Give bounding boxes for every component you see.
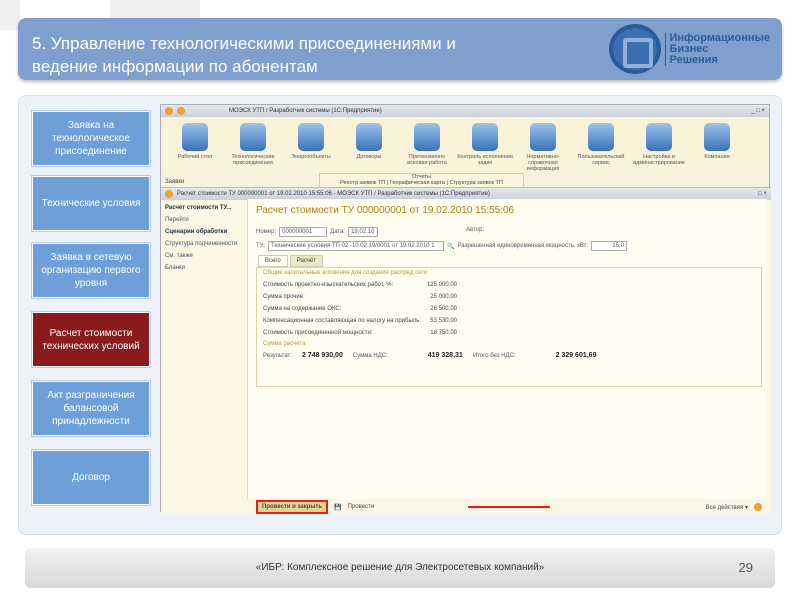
- report-link[interactable]: Георафическая карта: [390, 180, 445, 186]
- tools-icon: [588, 123, 614, 151]
- power-field[interactable]: 15,0: [591, 241, 628, 251]
- nav-cost-calc[interactable]: Расчет стоимости технических условий: [32, 312, 150, 367]
- books-icon: [530, 123, 556, 151]
- globe-icon: [240, 123, 266, 151]
- item-value: 25 000,00: [430, 294, 457, 300]
- totals-panel: Общие капитальные вложения для создания …: [256, 267, 762, 387]
- logo-line: Бизнес: [669, 42, 709, 55]
- doc-sidebar: Расчет стоимости ТУ... Перейти Сценарии …: [161, 199, 243, 514]
- tool-contracts[interactable]: Договоры: [341, 121, 397, 169]
- item-label: Сумма на содержание ОКС:: [263, 306, 342, 312]
- side-link[interactable]: Структура подчиненности: [165, 241, 239, 247]
- search-icon[interactable]: 🔍: [447, 243, 454, 250]
- window-controls-icon[interactable]: _ □ ×: [751, 108, 769, 114]
- tool-energy-objects[interactable]: Энергообъекты: [283, 121, 339, 169]
- power-label: Разрешенная единовременная мощность, кВт…: [457, 243, 589, 249]
- tool-user-service[interactable]: Пользовательский сервис: [573, 121, 629, 169]
- tool-company[interactable]: Компания: [689, 121, 745, 169]
- app-window: МОЭСК УТП / Разработчик системы (1С:Пред…: [160, 104, 771, 514]
- slide-title: 5. Управление технологическими присоедин…: [32, 34, 456, 76]
- menu-icon[interactable]: [165, 107, 173, 115]
- novat-label: Итого без НДС:: [472, 352, 516, 359]
- all-actions-menu[interactable]: Все действия ▾: [706, 504, 748, 511]
- slide-footer: «ИБР: Комплексное решение для Электросет…: [25, 548, 775, 588]
- doc-form: Расчет стоимости ТУ 000000001 от 19.02.2…: [247, 199, 767, 514]
- window-controls-icon[interactable]: □ ×: [758, 191, 771, 197]
- side-see-also: См. также: [165, 253, 193, 259]
- number-field[interactable]: 000000001: [279, 227, 328, 237]
- tool-reference[interactable]: Нормативно-справочная информация: [515, 121, 571, 172]
- tu-field[interactable]: Технические условия ТП 02 -10.02.19/0001…: [268, 241, 445, 251]
- document-icon: [356, 123, 382, 151]
- nav-grid-request[interactable]: Заявка в сетевую организацию первого уро…: [32, 243, 150, 298]
- logo-icon: [608, 24, 661, 74]
- item-label: Стоимость проектно-изыскательских работ,…: [263, 282, 394, 288]
- tool-claims[interactable]: Претензионно исковая работа: [399, 121, 455, 169]
- slide-header: 5. Управление технологическими присоедин…: [18, 18, 782, 80]
- post-button[interactable]: Провести: [348, 504, 375, 510]
- tool-tech-connections[interactable]: Технологические присоединения: [225, 121, 281, 169]
- item-label: Сумма прочие:: [263, 294, 305, 300]
- item-value: 26 500,00: [430, 306, 457, 312]
- section-label: Заявки: [165, 179, 185, 185]
- window-title: МОЭСК УТП / Разработчик системы (1С:Пред…: [229, 108, 382, 114]
- tool-settings[interactable]: Настройка и администрирование: [631, 121, 687, 169]
- number-label: Номер:: [256, 229, 277, 235]
- side-goto: Перейти: [165, 217, 189, 223]
- tab-calc[interactable]: Расчёт: [289, 255, 324, 267]
- report-link[interactable]: Структура заявок ТП: [450, 180, 503, 186]
- date-label: Дата:: [330, 229, 346, 235]
- item-value: 18 750,00: [430, 330, 457, 336]
- window-titlebar: МОЭСК УТП / Разработчик системы (1С:Пред…: [161, 105, 769, 117]
- highlight-line: [468, 506, 550, 508]
- desktop-icon: [182, 123, 208, 151]
- tu-label: ТУ:: [256, 243, 266, 249]
- side-link[interactable]: Бланки: [165, 265, 239, 271]
- wrench-icon: [646, 123, 672, 151]
- logo-line: Решения: [669, 53, 718, 66]
- author-label: Автор:: [466, 227, 485, 233]
- people-icon: [414, 123, 440, 151]
- menu-icon[interactable]: [165, 190, 173, 198]
- result-value: 2 748 930,00: [301, 352, 343, 359]
- logo-line: Информационные: [669, 31, 770, 44]
- result-label: Результат:: [263, 352, 292, 359]
- tab-total[interactable]: Всего: [258, 255, 288, 267]
- gauge-icon: [472, 123, 498, 151]
- vat-label: Сумма НДС:: [352, 352, 388, 359]
- nav-contract[interactable]: Договор: [32, 450, 150, 505]
- item-label: Стоимость присоединенной мощности:: [263, 330, 373, 336]
- back-icon[interactable]: [177, 107, 185, 115]
- group-title: Сумма расчета: [263, 341, 306, 347]
- nav-application[interactable]: Заявка на технологическое присоединение: [32, 111, 150, 166]
- page-number: 29: [738, 560, 753, 575]
- company-icon: [704, 123, 730, 151]
- group-title: Общие капитальные вложения для создания …: [263, 270, 428, 276]
- nav-balance-act[interactable]: Акт разграничения балансовой принадлежно…: [32, 381, 150, 436]
- vat-value: 419 328,31: [427, 352, 463, 359]
- company-logo: Информационные Бизнес Решения: [608, 24, 770, 74]
- document-window: Расчет стоимости ТУ 000000001 от 19.02.2…: [161, 187, 771, 514]
- side-link[interactable]: Сценарии обработки: [165, 229, 239, 235]
- doc-title: Расчет стоимости ТУ 000000001 от 19.02.2…: [256, 205, 515, 216]
- post-and-close-button[interactable]: Провести и закрыть: [256, 500, 329, 514]
- side-title: Расчет стоимости ТУ...: [165, 205, 232, 211]
- novat-value: 2 329 601,69: [555, 352, 597, 359]
- tool-task-control[interactable]: Контроль исполнения задач: [457, 121, 513, 169]
- help-icon[interactable]: [754, 503, 762, 511]
- save-icon[interactable]: 💾: [334, 504, 341, 511]
- sections-toolbar: Рабочий стол Технологические присоединен…: [161, 117, 769, 173]
- tool-desktop[interactable]: Рабочий стол: [167, 121, 223, 169]
- energy-icon: [298, 123, 324, 151]
- item-value: 125 000,00: [426, 282, 457, 288]
- date-field[interactable]: 19.02.10: [348, 227, 379, 237]
- nav-tech-conditions[interactable]: Технические условия: [32, 176, 150, 231]
- footer-text: «ИБР: Комплексное решение для Электросет…: [255, 562, 545, 573]
- doc-window-title: Расчет стоимости ТУ 000000001 от 19.02.2…: [177, 191, 490, 197]
- report-link[interactable]: Реестр заявок ТП: [340, 180, 385, 186]
- item-value: 53 530,00: [430, 318, 457, 324]
